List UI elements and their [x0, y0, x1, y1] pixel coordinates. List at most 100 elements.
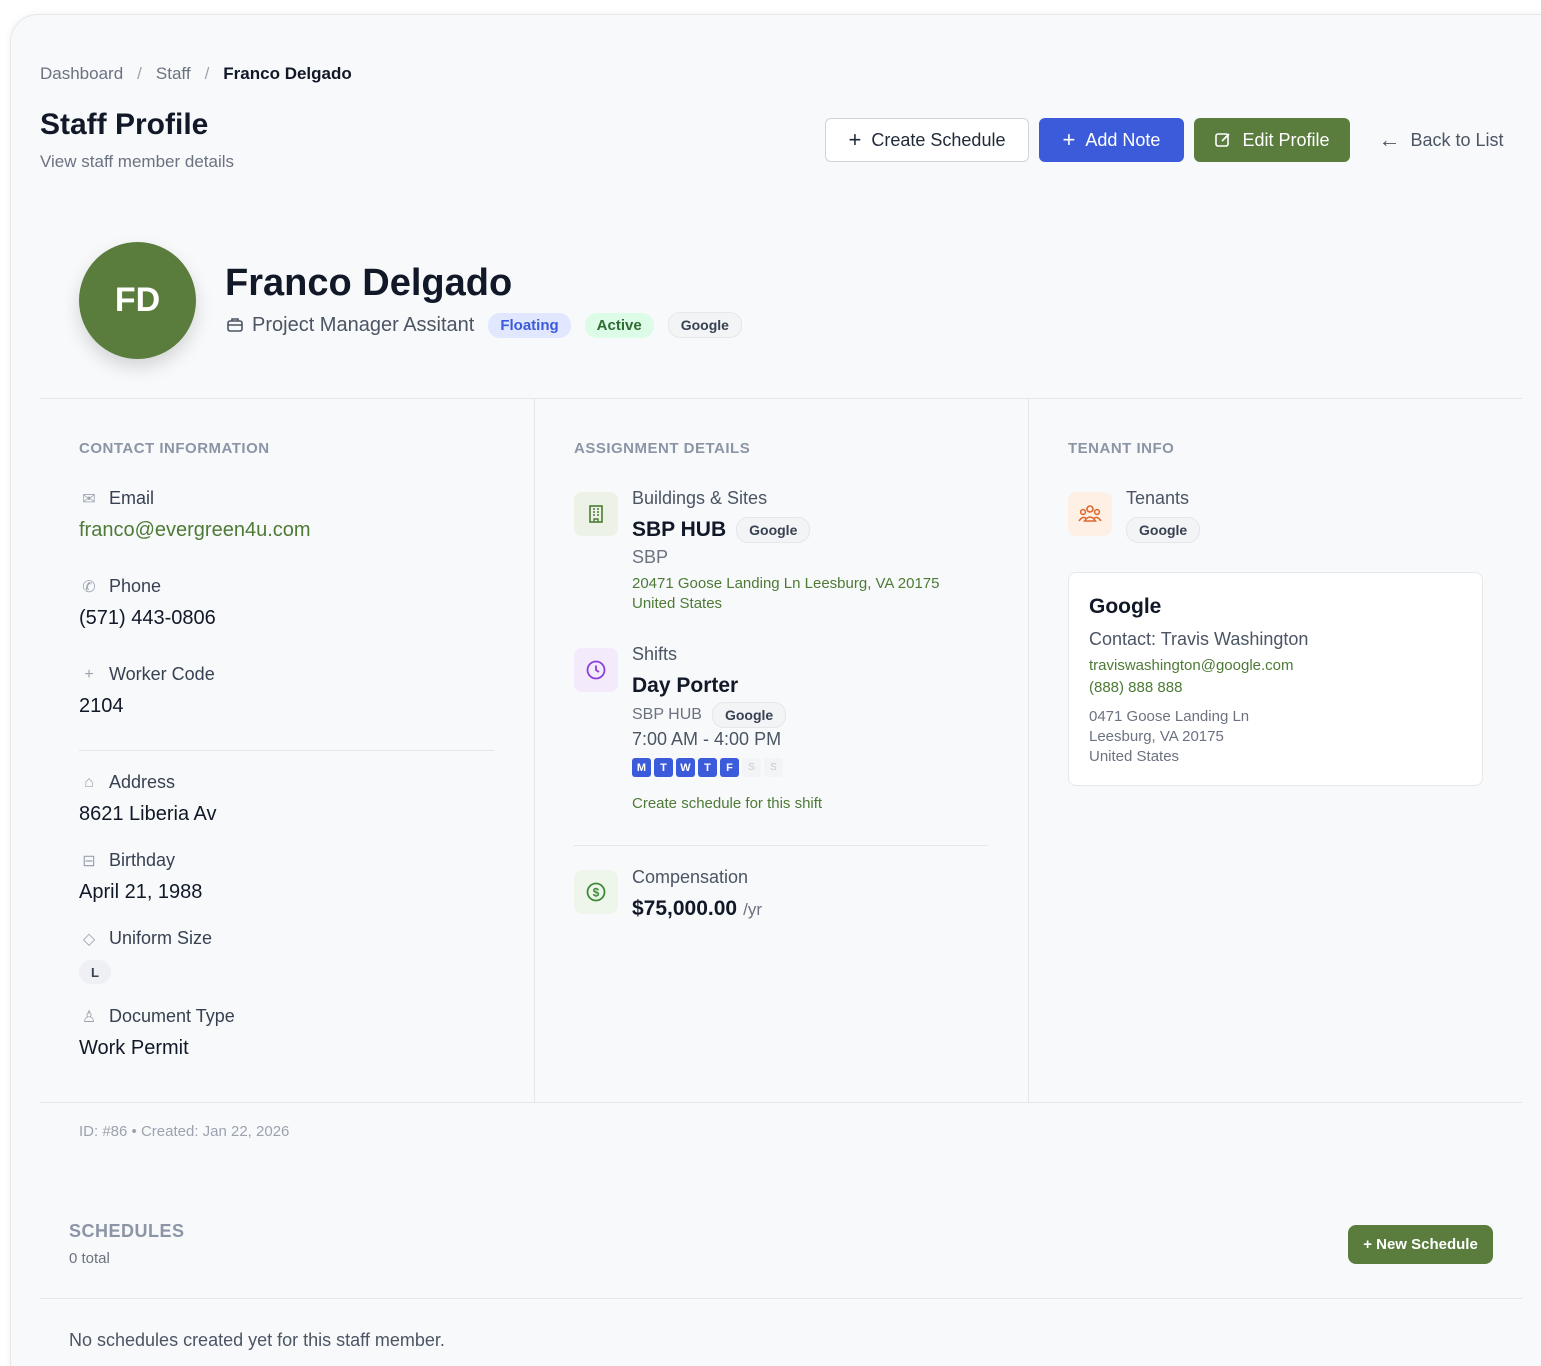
contact-section-title: CONTACT INFORMATION — [79, 440, 270, 457]
record-meta: ID: #86 • Created: Jan 22, 2026 — [79, 1123, 290, 1140]
building-tenant-badge: Google — [736, 517, 811, 543]
birthday-value: April 21, 1988 — [79, 881, 203, 903]
tenant-badge: Google — [667, 312, 742, 338]
building-icon — [574, 492, 618, 536]
uniform-label: ◇ Uniform Size — [79, 928, 212, 949]
worker-code-value: 2104 — [79, 695, 124, 717]
building-address-line: 20471 Goose Landing Ln Leesburg, VA 2017… — [632, 575, 940, 592]
phone-icon: ✆ — [82, 578, 96, 596]
tenant-card-phone[interactable]: (888) 888 888 — [1089, 679, 1182, 696]
tenant-address-line1: 0471 Goose Landing Ln — [1089, 708, 1250, 725]
shift-tenant-badge: Google — [711, 702, 787, 728]
breadcrumb-separator: / — [204, 64, 210, 83]
status-badge: Active — [584, 312, 654, 338]
plus-icon: + — [1062, 127, 1076, 152]
role-text: Project Manager Assitant — [252, 313, 475, 336]
user-icon: ♙ — [81, 1008, 97, 1026]
back-to-list-button[interactable]: ← Back to List — [1366, 118, 1516, 162]
tenant-card-name: Google — [1089, 595, 1162, 618]
breadcrumb: Dashboard / Staff / Franco Delgado — [40, 64, 352, 84]
building-address-country: United States — [632, 595, 723, 612]
phone-label-text: Phone — [109, 576, 162, 596]
worker-code-label: + Worker Code — [79, 664, 215, 685]
day-wed: W — [676, 758, 695, 777]
email-label-text: Email — [109, 488, 155, 508]
birthday-label: ⊟ Birthday — [79, 850, 175, 871]
breadcrumb-dashboard[interactable]: Dashboard — [40, 64, 123, 84]
add-note-label: Add Note — [1085, 129, 1161, 150]
svg-text:$: $ — [593, 886, 600, 900]
building-address[interactable]: 20471 Goose Landing Ln Leesburg, VA 2017… — [632, 574, 939, 614]
shift-time: 7:00 AM - 4:00 PM — [632, 729, 782, 749]
tenant-card: Google Contact: Travis Washington travis… — [1068, 572, 1483, 786]
role-line: Project Manager Assitant Floating Active… — [226, 312, 742, 338]
email-link[interactable]: franco@evergreen4u.com — [79, 519, 311, 542]
create-shift-schedule-link[interactable]: Create schedule for this shift — [632, 794, 822, 814]
edit-profile-button[interactable]: Edit Profile — [1194, 118, 1350, 162]
uniform-label-text: Uniform Size — [109, 928, 213, 948]
shift-site: SBP HUB Google — [632, 702, 787, 728]
plus-icon: + — [848, 127, 862, 152]
create-schedule-label: Create Schedule — [871, 129, 1006, 150]
breadcrumb-current: Franco Delgado — [223, 64, 352, 83]
birthday-label-text: Birthday — [109, 850, 176, 870]
day-fri: F — [720, 758, 739, 777]
dollar-icon: $ — [574, 870, 618, 914]
tenant-card-email[interactable]: traviswashington@google.com — [1089, 657, 1294, 674]
avatar: FD — [79, 242, 196, 359]
clock-icon — [574, 648, 618, 692]
arrow-left-icon: ← — [1378, 127, 1401, 152]
divider — [40, 398, 1522, 399]
page-title: Staff Profile — [40, 108, 209, 141]
plus-icon: + — [84, 665, 94, 683]
document-type-label: ♙ Document Type — [79, 1006, 235, 1027]
column-divider — [1028, 399, 1029, 1102]
add-note-button[interactable]: + Add Note — [1039, 118, 1184, 162]
day-sat: S — [742, 758, 761, 777]
mail-icon: ✉ — [82, 490, 96, 508]
shift-site-text: SBP HUB — [632, 706, 702, 723]
cake-icon: ⊟ — [82, 852, 96, 870]
divider — [79, 750, 494, 751]
edit-icon — [1215, 133, 1231, 147]
day-mon: M — [632, 758, 651, 777]
phone-label: ✆ Phone — [79, 576, 161, 597]
building-code: SBP — [632, 547, 669, 567]
buildings-label: Buildings & Sites — [632, 488, 768, 508]
address-value: 8621 Liberia Av — [79, 803, 217, 825]
new-schedule-button[interactable]: + New Schedule — [1348, 1225, 1493, 1264]
tenant-section-title: TENANT INFO — [1068, 440, 1175, 457]
briefcase-icon — [227, 318, 243, 332]
compensation-label: Compensation — [632, 867, 749, 887]
breadcrumb-staff[interactable]: Staff — [156, 64, 191, 84]
divider — [40, 1298, 1522, 1299]
building-name-text: SBP HUB — [632, 518, 727, 541]
edit-profile-label: Edit Profile — [1242, 129, 1330, 150]
role: Project Manager Assitant — [226, 314, 474, 337]
assignment-section-title: ASSIGNMENT DETAILS — [574, 440, 751, 457]
compensation-value: $75,000.00 /yr — [632, 897, 762, 921]
create-schedule-button[interactable]: + Create Schedule — [825, 118, 1029, 162]
schedules-total: 0 total — [69, 1250, 110, 1267]
tenant-address-line3: United States — [1089, 748, 1180, 765]
tenants-label: Tenants — [1126, 488, 1190, 508]
compensation-amount: $75,000.00 — [632, 897, 738, 920]
back-label: Back to List — [1410, 129, 1504, 150]
tag-icon: ◇ — [82, 930, 96, 948]
phone-value: (571) 443-0806 — [79, 607, 216, 629]
tenant-google-badge[interactable]: Google — [1126, 517, 1201, 543]
shift-days: M T W T F S S — [632, 758, 783, 777]
tenant-address-line2: Leesburg, VA 20175 — [1089, 728, 1224, 745]
staff-name: Franco Delgado — [225, 262, 513, 304]
tenant-card-address: 0471 Goose Landing Ln Leesburg, VA 20175… — [1089, 707, 1249, 767]
doc-label-text: Document Type — [109, 1006, 235, 1026]
day-thu: T — [698, 758, 717, 777]
compensation-unit: /yr — [743, 900, 762, 919]
day-sun: S — [764, 758, 783, 777]
address-label: ⌂ Address — [79, 772, 175, 793]
tenant-card-contact: Contact: Travis Washington — [1089, 629, 1309, 649]
column-divider — [534, 399, 535, 1102]
document-type-value: Work Permit — [79, 1037, 189, 1059]
uniform-size-badge: L — [79, 960, 111, 984]
worker-label-text: Worker Code — [109, 664, 215, 684]
